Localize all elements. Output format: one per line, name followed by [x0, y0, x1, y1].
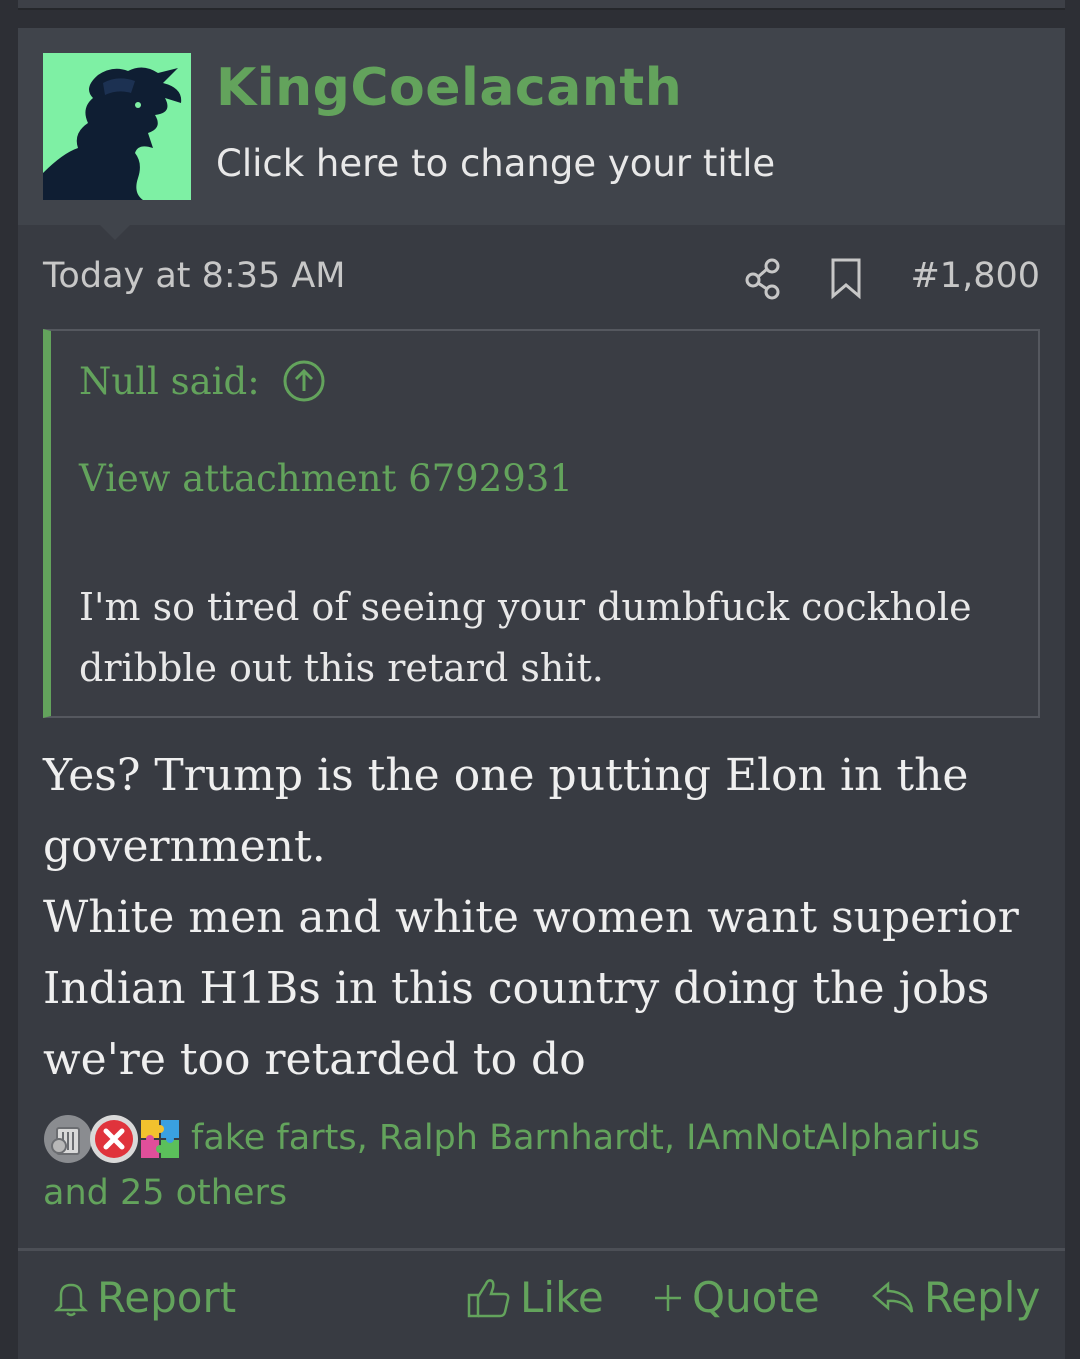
arrow-up-circle-icon[interactable]	[282, 359, 326, 403]
report-button[interactable]: Report	[53, 1273, 236, 1322]
like-label: Like	[520, 1273, 604, 1322]
share-icon[interactable]	[743, 256, 783, 300]
avatar-silhouette-icon	[43, 53, 191, 200]
reaction-others[interactable]: and 25 others	[43, 1173, 287, 1213]
post-actions: Report Like Quote Reply	[18, 1248, 1065, 1359]
reply-button[interactable]: Reply	[870, 1273, 1040, 1322]
quote-text: I'm so tired of seeing your dumbfuck coc…	[79, 585, 972, 690]
thumbs-up-icon	[467, 1278, 510, 1317]
red-x-icon	[89, 1114, 139, 1164]
username[interactable]: KingCoelacanth	[216, 58, 682, 118]
bell-icon	[53, 1283, 89, 1316]
post-number-link[interactable]: #1,800	[910, 256, 1040, 296]
quote-label: Quote	[692, 1273, 820, 1322]
quote-button[interactable]: Quote	[652, 1273, 820, 1322]
plus-icon	[655, 1284, 681, 1311]
report-label: Report	[97, 1273, 237, 1322]
quote-attribution[interactable]: Null said:	[79, 359, 326, 403]
previous-post-edge	[18, 0, 1065, 10]
like-button[interactable]: Like	[466, 1273, 604, 1322]
reaction-icons	[43, 1114, 185, 1164]
avatar[interactable]	[43, 53, 191, 200]
post-body: Yes? Trump is the one putting Elon in th…	[43, 740, 1043, 1095]
puzzle-piece-icon	[135, 1114, 185, 1164]
user-header: KingCoelacanth Click here to change your…	[18, 28, 1065, 240]
user-title[interactable]: Click here to change your title	[216, 142, 775, 185]
reply-label: Reply	[924, 1273, 1041, 1322]
reactions-summary[interactable]: fake farts, Ralph Barnhardt, IAmNotAlpha…	[43, 1111, 1043, 1221]
post-meta: Today at 8:35 AM #1,800	[43, 256, 1040, 304]
post-body-line: Yes? Trump is the one putting Elon in th…	[43, 750, 969, 872]
reaction-names[interactable]: fake farts, Ralph Barnhardt, IAmNotAlpha…	[191, 1118, 980, 1158]
trash-can-icon	[43, 1114, 93, 1164]
quote-author[interactable]: Null said:	[79, 360, 260, 403]
quote-block: Null said: View attachment 6792931 I'm s…	[43, 329, 1040, 718]
forum-post: KingCoelacanth Click here to change your…	[18, 28, 1065, 1359]
post-date[interactable]: Today at 8:35 AM	[43, 256, 346, 296]
reply-arrow-icon	[872, 1280, 914, 1313]
bookmark-icon[interactable]	[829, 256, 863, 300]
attachment-link[interactable]: View attachment 6792931	[79, 457, 573, 500]
post-body-line: White men and white women want superior …	[43, 892, 1019, 1085]
